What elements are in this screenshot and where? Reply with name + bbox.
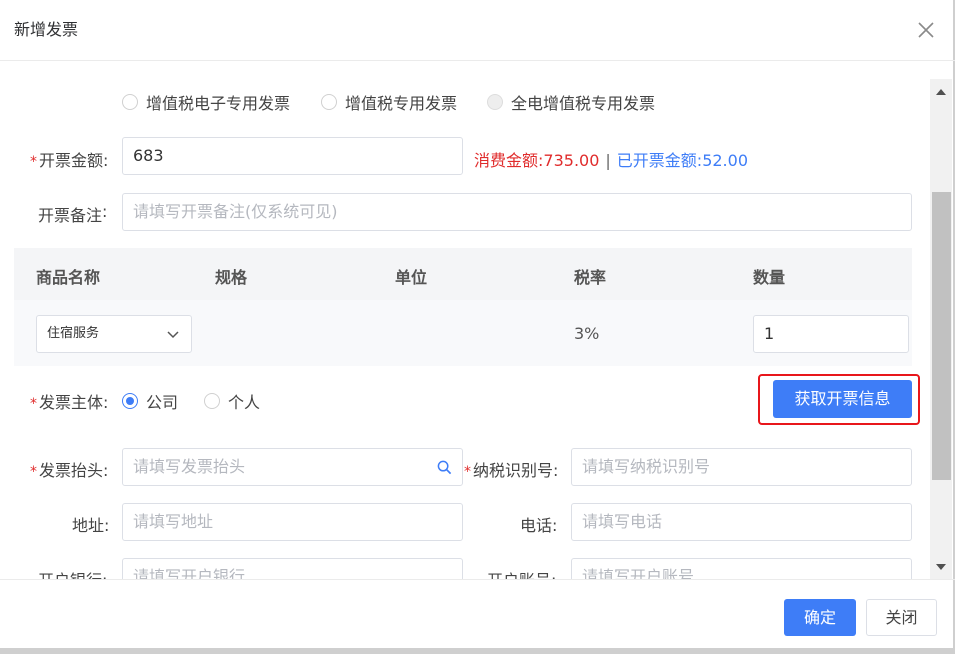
header-label: 发票抬头 xyxy=(39,461,104,480)
invoice-type-label: 全电增值税专用发票 xyxy=(511,94,656,113)
col-goods-name: 商品名称 xyxy=(36,268,101,287)
amount-input[interactable]: 683 xyxy=(122,137,463,175)
bank-label: 开户银行 xyxy=(38,571,102,579)
tax-id-label-wrap: * 纳税识别号: xyxy=(464,461,559,480)
tax-id-input[interactable]: 请填写纳税识别号 xyxy=(571,448,912,486)
add-invoice-dialog: 新增发票 增值税电子专用发票 增值税专用发票 全电增值税专用发票 * 开票金额: … xyxy=(0,0,955,654)
required-marker: * xyxy=(30,154,37,170)
amount-label-wrap: * 开票金额: xyxy=(30,147,108,171)
goods-table-header: 商品名称 规格 单位 税率 数量 xyxy=(14,248,912,300)
dialog-title: 新增发票 xyxy=(14,20,79,39)
account-input[interactable]: 请填写开户账号 xyxy=(571,558,912,579)
remark-input[interactable]: 请填写开票备注(仅系统可见) xyxy=(122,193,912,231)
close-button[interactable]: 关闭 xyxy=(866,599,937,636)
invoice-header-placeholder: 请填写发票抬头 xyxy=(133,457,246,476)
invoice-type-special[interactable]: 增值税专用发票 xyxy=(321,90,457,114)
address-placeholder: 请填写地址 xyxy=(133,512,214,531)
tax-id-placeholder: 请填写纳税识别号 xyxy=(582,457,711,476)
invoice-type-full-electronic[interactable]: 全电增值税专用发票 xyxy=(487,90,655,114)
required-marker: * xyxy=(464,464,471,480)
subject-label: 发票主体: xyxy=(39,393,109,412)
col-tax-rate: 税率 xyxy=(574,268,607,287)
radio-icon xyxy=(487,94,503,110)
account-label-wrap: 开户账号: xyxy=(487,567,556,579)
subject-personal-radio[interactable]: 个人 xyxy=(204,389,260,413)
phone-label: 电话 xyxy=(520,516,553,535)
goods-name-value: 住宿服务 xyxy=(47,326,100,341)
invoice-header-input[interactable]: 请填写发票抬头 xyxy=(122,448,463,486)
table-row: 住宿服务 3% 1 xyxy=(14,300,912,366)
phone-label-wrap: 电话: xyxy=(520,516,558,535)
amount-separator: | xyxy=(605,151,611,170)
remark-label: 开票备注 xyxy=(38,206,103,225)
address-input[interactable]: 请填写地址 xyxy=(122,503,463,541)
col-quantity: 数量 xyxy=(753,268,786,287)
scroll-up-arrow-icon[interactable] xyxy=(936,89,946,95)
invoice-type-label: 增值税电子专用发票 xyxy=(146,94,291,113)
subject-label-wrap: * 发票主体: xyxy=(30,389,108,413)
remark-placeholder: 请填写开票备注(仅系统可见) xyxy=(133,202,338,221)
tax-id-label: 纳税识别号 xyxy=(473,461,554,480)
goods-name-select[interactable]: 住宿服务 xyxy=(36,315,192,353)
bank-label-wrap: 开户银行: xyxy=(38,567,107,579)
bank-input[interactable]: 请填写开户银行 xyxy=(122,558,463,579)
header-label-wrap: * 发票抬头: xyxy=(30,461,109,480)
quantity-input[interactable]: 1 xyxy=(753,315,909,353)
subject-company-radio[interactable]: 公司 xyxy=(122,389,178,413)
remark-colon: : xyxy=(102,202,108,221)
invoiced-amount-value: 52.00 xyxy=(702,151,748,170)
consumed-amount-value: 735.00 xyxy=(543,151,600,170)
highlight-box xyxy=(758,374,920,425)
required-marker: * xyxy=(30,464,37,480)
invoice-type-electronic-special[interactable]: 增值税电子专用发票 xyxy=(122,90,290,114)
amount-label: 开票金额: xyxy=(39,151,109,170)
phone-input[interactable]: 请填写电话 xyxy=(571,503,912,541)
consumed-amount-label: 消费金额: xyxy=(474,151,544,170)
required-marker: * xyxy=(30,396,37,412)
scrollbar-thumb[interactable] xyxy=(932,192,951,480)
scroll-down-arrow-icon[interactable] xyxy=(936,564,946,570)
account-placeholder: 请填写开户账号 xyxy=(582,567,695,579)
chevron-down-icon xyxy=(167,331,179,339)
account-label: 开户账号 xyxy=(487,571,551,579)
amount-info: 消费金额:735.00 | 已开票金额:52.00 xyxy=(474,147,748,171)
bank-placeholder: 请填写开户银行 xyxy=(133,567,246,579)
radio-icon xyxy=(204,393,220,409)
col-spec: 规格 xyxy=(215,268,248,287)
invoice-type-label: 增值税专用发票 xyxy=(345,94,458,113)
col-unit: 单位 xyxy=(395,268,428,287)
search-icon[interactable] xyxy=(437,460,452,475)
radio-icon xyxy=(321,94,337,110)
confirm-button[interactable]: 确定 xyxy=(784,599,856,636)
phone-placeholder: 请填写电话 xyxy=(582,512,663,531)
radio-icon xyxy=(122,94,138,110)
radio-checked-icon xyxy=(122,393,138,409)
dialog-footer: 确定 关闭 xyxy=(0,579,955,654)
dialog-header: 新增发票 xyxy=(0,0,955,61)
dialog-body: 增值税电子专用发票 增值税专用发票 全电增值税专用发票 * 开票金额: 683 消… xyxy=(0,61,955,579)
subject-company-label: 公司 xyxy=(146,393,179,412)
invoiced-amount-label: 已开票金额: xyxy=(616,151,703,170)
subject-personal-label: 个人 xyxy=(228,393,261,412)
close-icon[interactable] xyxy=(916,20,936,40)
tax-rate-value: 3% xyxy=(574,324,600,343)
address-label-wrap: 地址: xyxy=(72,516,110,535)
address-label: 地址 xyxy=(72,516,105,535)
